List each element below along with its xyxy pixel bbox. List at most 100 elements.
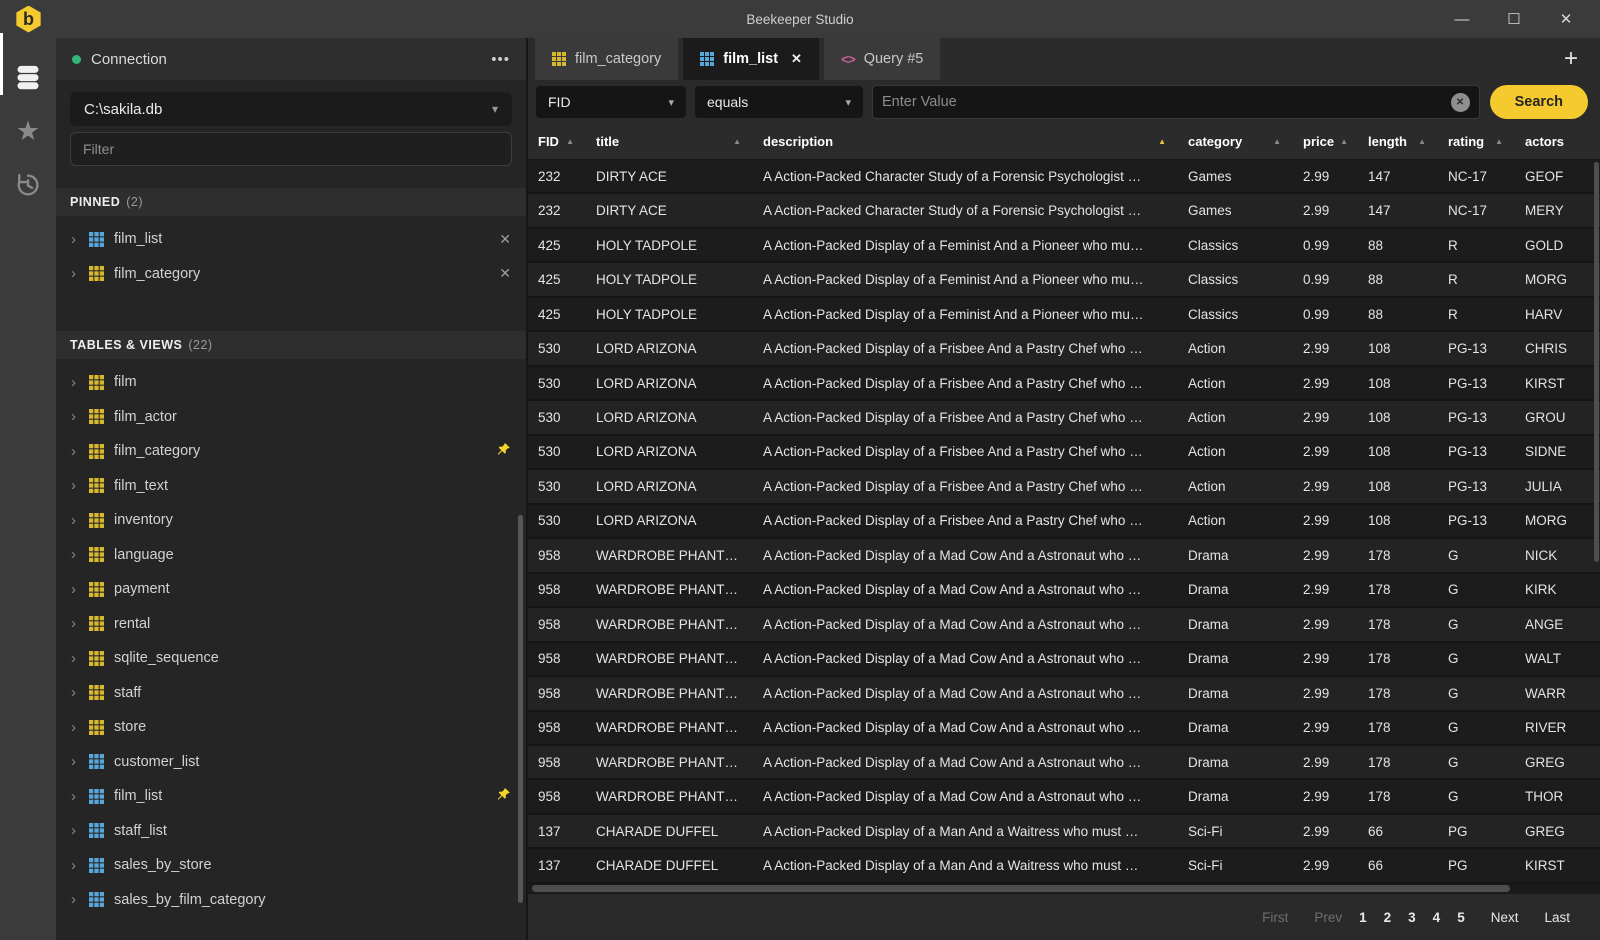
chevron-right-icon[interactable]: › (71, 265, 87, 282)
cell-fid[interactable]: 425 (528, 272, 586, 287)
sidebar-item-favorites[interactable]: ★ (0, 104, 56, 158)
column-header-fid[interactable]: FID▲ (528, 134, 586, 149)
sidebar-item-film_category[interactable]: ›film_category (56, 434, 526, 469)
cell-description[interactable]: A Action-Packed Display of a Frisbee And… (753, 479, 1178, 494)
cell-category[interactable]: Classics (1178, 272, 1293, 287)
sidebar-item-sqlite_sequence[interactable]: ›sqlite_sequence (56, 641, 526, 676)
cell-length[interactable]: 178 (1358, 789, 1438, 804)
cell-title[interactable]: LORD ARIZONA (586, 513, 753, 528)
cell-category[interactable]: Action (1178, 479, 1293, 494)
chevron-right-icon[interactable]: › (71, 891, 87, 908)
cell-length[interactable]: 88 (1358, 307, 1438, 322)
cell-fid[interactable]: 530 (528, 376, 586, 391)
sidebar-item-film_actor[interactable]: ›film_actor (56, 400, 526, 435)
cell-length[interactable]: 108 (1358, 444, 1438, 459)
cell-title[interactable]: WARDROBE PHANT… (586, 720, 753, 735)
cell-description[interactable]: A Action-Packed Display of a Frisbee And… (753, 376, 1178, 391)
cell-length[interactable]: 88 (1358, 238, 1438, 253)
column-header-description[interactable]: description▲ (753, 134, 1178, 149)
cell-rating[interactable]: G (1438, 720, 1515, 735)
horizontal-scrollbar[interactable] (532, 885, 1510, 892)
pin-icon[interactable] (496, 787, 511, 806)
cell-price[interactable]: 2.99 (1293, 582, 1358, 597)
cell-price[interactable]: 0.99 (1293, 238, 1358, 253)
cell-length[interactable]: 178 (1358, 582, 1438, 597)
cell-length[interactable]: 66 (1358, 858, 1438, 873)
cell-actors[interactable]: WALT (1515, 651, 1600, 666)
tab-query-5[interactable]: <>Query #5 (824, 38, 940, 80)
cell-actors[interactable]: CHRIS (1515, 341, 1600, 356)
sidebar-item-databases[interactable] (0, 50, 56, 104)
chevron-right-icon[interactable]: › (71, 615, 87, 632)
cell-category[interactable]: Sci-Fi (1178, 824, 1293, 839)
cell-price[interactable]: 2.99 (1293, 686, 1358, 701)
cell-title[interactable]: HOLY TADPOLE (586, 307, 753, 322)
cell-description[interactable]: A Action-Packed Display of a Man And a W… (753, 858, 1178, 873)
cell-price[interactable]: 2.99 (1293, 376, 1358, 391)
column-header-actors[interactable]: actors (1515, 134, 1600, 149)
close-button[interactable]: ✕ (1540, 0, 1592, 38)
cell-fid[interactable]: 530 (528, 513, 586, 528)
sort-arrow-icon[interactable]: ▲ (1273, 137, 1281, 146)
cell-fid[interactable]: 958 (528, 789, 586, 804)
cell-description[interactable]: A Action-Packed Display of a Mad Cow And… (753, 686, 1178, 701)
cell-title[interactable]: LORD ARIZONA (586, 376, 753, 391)
pagination-next[interactable]: Next (1491, 910, 1519, 925)
pin-icon[interactable] (496, 442, 511, 461)
cell-description[interactable]: A Action-Packed Display of a Frisbee And… (753, 341, 1178, 356)
table-row[interactable]: 425HOLY TADPOLEA Action-Packed Display o… (528, 229, 1600, 263)
cell-actors[interactable]: HARV (1515, 307, 1600, 322)
cell-rating[interactable]: G (1438, 548, 1515, 563)
connection-menu-button[interactable]: ••• (491, 51, 510, 68)
cell-title[interactable]: WARDROBE PHANT… (586, 789, 753, 804)
sidebar-item-store[interactable]: ›store (56, 710, 526, 745)
cell-category[interactable]: Drama (1178, 789, 1293, 804)
cell-fid[interactable]: 958 (528, 617, 586, 632)
cell-fid[interactable]: 958 (528, 548, 586, 563)
cell-price[interactable]: 0.99 (1293, 307, 1358, 322)
cell-rating[interactable]: NC-17 (1438, 169, 1515, 184)
cell-fid[interactable]: 232 (528, 203, 586, 218)
cell-category[interactable]: Drama (1178, 686, 1293, 701)
table-row[interactable]: 425HOLY TADPOLEA Action-Packed Display o… (528, 298, 1600, 332)
cell-rating[interactable]: R (1438, 272, 1515, 287)
cell-category[interactable]: Drama (1178, 755, 1293, 770)
pagination-prev[interactable]: Prev (1314, 910, 1342, 925)
table-row[interactable]: 530LORD ARIZONAA Action-Packed Display o… (528, 401, 1600, 435)
cell-rating[interactable]: PG-13 (1438, 410, 1515, 425)
cell-price[interactable]: 2.99 (1293, 824, 1358, 839)
chevron-right-icon[interactable]: › (71, 477, 87, 494)
cell-fid[interactable]: 530 (528, 479, 586, 494)
cell-actors[interactable]: GOLD (1515, 238, 1600, 253)
cell-title[interactable]: DIRTY ACE (586, 169, 753, 184)
cell-category[interactable]: Action (1178, 341, 1293, 356)
cell-title[interactable]: CHARADE DUFFEL (586, 858, 753, 873)
sidebar-item-sales_by_store[interactable]: ›sales_by_store (56, 848, 526, 883)
cell-category[interactable]: Drama (1178, 720, 1293, 735)
cell-price[interactable]: 2.99 (1293, 479, 1358, 494)
cell-description[interactable]: A Action-Packed Character Study of a For… (753, 169, 1178, 184)
cell-fid[interactable]: 958 (528, 686, 586, 701)
cell-description[interactable]: A Action-Packed Display of a Mad Cow And… (753, 720, 1178, 735)
sidebar-scrollbar[interactable] (518, 515, 523, 903)
table-row[interactable]: 958WARDROBE PHANT…A Action-Packed Displa… (528, 746, 1600, 780)
table-row[interactable]: 958WARDROBE PHANT…A Action-Packed Displa… (528, 712, 1600, 746)
cell-length[interactable]: 178 (1358, 720, 1438, 735)
sort-arrow-icon[interactable]: ▲ (1340, 137, 1348, 146)
maximize-button[interactable]: ☐ (1488, 0, 1540, 38)
cell-fid[interactable]: 137 (528, 824, 586, 839)
cell-rating[interactable]: G (1438, 617, 1515, 632)
cell-description[interactable]: A Action-Packed Display of a Feminist An… (753, 272, 1178, 287)
cell-actors[interactable]: MORG (1515, 272, 1600, 287)
cell-title[interactable]: WARDROBE PHANT… (586, 582, 753, 597)
cell-actors[interactable]: THOR (1515, 789, 1600, 804)
cell-length[interactable]: 108 (1358, 376, 1438, 391)
cell-rating[interactable]: G (1438, 789, 1515, 804)
cell-title[interactable]: DIRTY ACE (586, 203, 753, 218)
table-row[interactable]: 232DIRTY ACEA Action-Packed Character St… (528, 194, 1600, 228)
sort-arrow-icon[interactable]: ▲ (733, 137, 741, 146)
chevron-right-icon[interactable]: › (71, 650, 87, 667)
pinned-section-header[interactable]: PINNED (2) (56, 188, 526, 216)
table-row[interactable]: 958WARDROBE PHANT…A Action-Packed Displa… (528, 643, 1600, 677)
cell-description[interactable]: A Action-Packed Character Study of a For… (753, 203, 1178, 218)
